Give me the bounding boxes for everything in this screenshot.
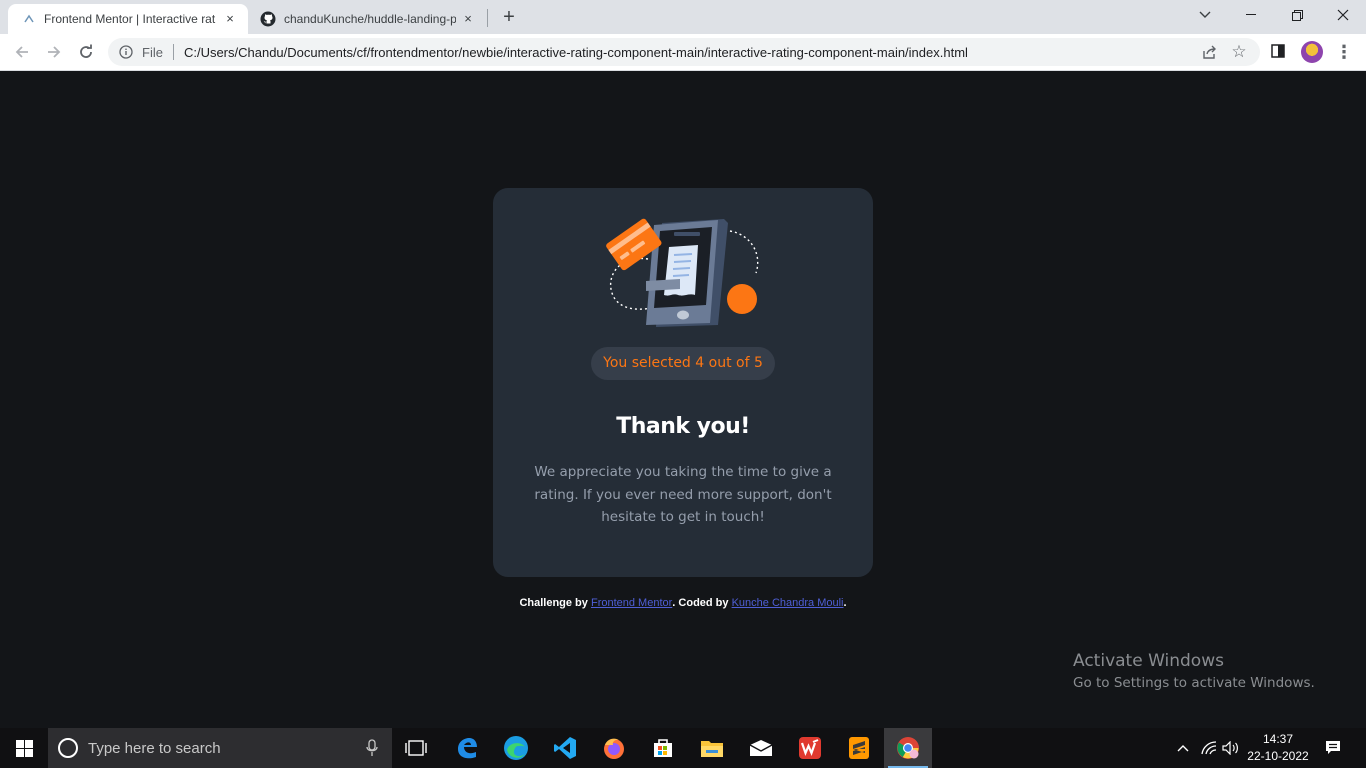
taskbar-mail[interactable] xyxy=(737,728,785,768)
wps-office-icon xyxy=(799,737,821,759)
address-bar[interactable]: File C:/Users/Chandu/Documents/cf/fronte… xyxy=(108,38,1260,66)
thank-you-card: You selected 4 out of 5 Thank you! We ap… xyxy=(493,188,873,577)
vscode-icon xyxy=(554,737,576,759)
new-tab-button[interactable]: + xyxy=(498,6,520,28)
edge-legacy-icon xyxy=(458,738,477,759)
windows-logo-icon xyxy=(15,739,33,757)
author-link[interactable]: Kunche Chandra Mouli xyxy=(732,597,844,609)
action-center-button[interactable] xyxy=(1320,728,1346,768)
taskbar-edge-legacy[interactable] xyxy=(443,728,491,768)
tab-favicon-icon xyxy=(22,12,36,26)
taskbar-wps-office[interactable] xyxy=(786,728,834,768)
selected-rating-badge: You selected 4 out of 5 xyxy=(591,347,775,380)
tab-title: Frontend Mentor | Interactive rat xyxy=(44,12,216,26)
edge-icon xyxy=(504,736,528,760)
forward-button[interactable] xyxy=(42,40,66,64)
side-panel-button[interactable] xyxy=(1271,44,1287,60)
wifi-icon xyxy=(1201,741,1217,755)
tab-close-icon[interactable]: × xyxy=(222,11,238,27)
info-icon[interactable] xyxy=(118,44,134,60)
url-text[interactable]: C:/Users/Chandu/Documents/cf/frontendmen… xyxy=(184,45,968,60)
taskbar-edge[interactable] xyxy=(492,728,540,768)
task-view-button[interactable] xyxy=(392,728,440,768)
back-button[interactable] xyxy=(10,40,34,64)
taskbar-sublime-text[interactable] xyxy=(835,728,883,768)
mail-icon xyxy=(749,740,773,756)
watermark-title: Activate Windows xyxy=(1073,651,1224,671)
attribution-suffix: . xyxy=(843,597,847,609)
clock-date: 22-10-2022 xyxy=(1247,749,1309,763)
github-icon xyxy=(260,11,276,27)
tab-title: chanduKunche/huddle-landing-p xyxy=(284,12,456,26)
scheme-label: File xyxy=(142,44,163,60)
clock-time: 14:37 xyxy=(1262,732,1294,746)
tab-strip: Frontend Mentor | Interactive rat × chan… xyxy=(0,0,1366,34)
arrow-right-icon xyxy=(48,46,61,58)
reload-button[interactable] xyxy=(74,40,98,64)
close-window-button[interactable] xyxy=(1320,0,1366,30)
taskbar-vscode[interactable] xyxy=(541,728,589,768)
system-clock[interactable]: 14:37 22-10-2022 xyxy=(1242,731,1314,765)
watermark-subtitle: Go to Settings to activate Windows. xyxy=(1073,675,1315,691)
search-placeholder: Type here to search xyxy=(88,739,221,757)
network-button[interactable] xyxy=(1198,728,1220,768)
taskbar-firefox[interactable] xyxy=(590,728,638,768)
folder-icon xyxy=(701,741,723,757)
chevron-down-icon xyxy=(1199,11,1211,18)
bookmark-star-icon[interactable]: ☆ xyxy=(1230,43,1248,61)
close-icon xyxy=(1337,9,1349,21)
chevron-up-icon xyxy=(1177,745,1189,752)
reload-icon xyxy=(80,44,92,58)
taskbar-store[interactable] xyxy=(639,728,687,768)
browser-menu-icon[interactable]: ⋮ xyxy=(1334,42,1354,62)
browser-toolbar: File C:/Users/Chandu/Documents/cf/fronte… xyxy=(0,34,1366,71)
firefox-icon xyxy=(604,738,624,759)
show-hidden-icons-button[interactable] xyxy=(1172,728,1194,768)
taskbar: Type here to search 14:37 22-10-2022 xyxy=(0,728,1366,768)
attribution-prefix: Challenge by xyxy=(519,597,588,609)
restore-icon xyxy=(1291,9,1303,21)
store-icon xyxy=(654,739,672,757)
sublime-text-icon xyxy=(849,737,869,759)
tab-github[interactable]: chanduKunche/huddle-landing-p × xyxy=(250,4,486,34)
taskbar-chrome[interactable] xyxy=(884,728,932,768)
microphone-icon[interactable] xyxy=(366,739,378,757)
chrome-icon xyxy=(897,737,919,759)
tab-separator xyxy=(487,9,488,27)
restore-button[interactable] xyxy=(1274,0,1320,30)
thank-you-message: We appreciate you taking the time to giv… xyxy=(534,464,832,525)
taskbar-search[interactable]: Type here to search xyxy=(48,728,392,768)
attribution-middle: . Coded by xyxy=(672,597,729,609)
activate-windows-watermark: Activate Windows Go to Settings to activ… xyxy=(1073,651,1315,691)
speaker-icon xyxy=(1222,741,1238,755)
cortana-icon xyxy=(58,738,78,758)
tab-close-icon[interactable]: × xyxy=(460,11,476,27)
tab-search-button[interactable] xyxy=(1182,0,1228,30)
attribution: Challenge by Frontend Mentor. Coded by K… xyxy=(0,597,1366,609)
address-separator xyxy=(172,44,174,60)
volume-button[interactable] xyxy=(1220,728,1242,768)
task-view-icon xyxy=(405,740,427,756)
profile-avatar[interactable] xyxy=(1301,41,1323,63)
frontend-mentor-link[interactable]: Frontend Mentor xyxy=(591,597,672,609)
page-title: Thank you! xyxy=(616,414,750,439)
taskbar-file-explorer[interactable] xyxy=(688,728,736,768)
minimize-button[interactable] xyxy=(1228,0,1274,30)
start-button[interactable] xyxy=(0,728,48,768)
minimize-icon xyxy=(1246,14,1256,15)
side-panel-icon xyxy=(1271,44,1285,58)
notification-icon xyxy=(1326,741,1340,754)
payment-illustration xyxy=(606,218,759,327)
share-icon[interactable] xyxy=(1202,44,1218,60)
arrow-left-icon xyxy=(15,46,28,58)
tab-frontend-mentor[interactable]: Frontend Mentor | Interactive rat × xyxy=(8,4,248,34)
